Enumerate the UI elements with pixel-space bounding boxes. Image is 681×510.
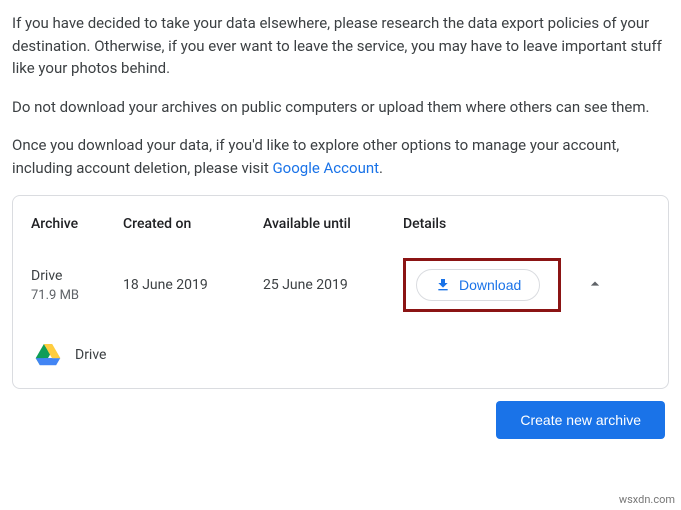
intro-p3-post: .: [379, 159, 383, 177]
download-highlight-box: Download: [403, 258, 561, 312]
download-button-label: Download: [459, 277, 521, 293]
th-details: Details: [403, 216, 503, 232]
archive-created-on: 18 June 2019: [123, 277, 263, 293]
archive-available-until: 25 June 2019: [263, 277, 403, 293]
intro-paragraph-2: Do not download your archives on public …: [12, 96, 669, 119]
table-row: Drive 71.9 MB 18 June 2019 25 June 2019 …: [31, 248, 650, 322]
collapse-button[interactable]: [579, 268, 611, 303]
download-button[interactable]: Download: [416, 269, 540, 301]
archive-contents-row: Drive: [31, 344, 650, 366]
google-account-link[interactable]: Google Account: [272, 159, 379, 177]
watermark: wsxdn.com: [619, 493, 675, 506]
table-header-row: Archive Created on Available until Detai…: [31, 208, 650, 248]
chevron-up-icon: [585, 274, 605, 294]
intro-paragraph-1: If you have decided to take your data el…: [12, 12, 669, 80]
th-archive: Archive: [31, 216, 123, 232]
intro-paragraph-3: Once you download your data, if you'd li…: [12, 134, 669, 179]
create-new-archive-button[interactable]: Create new archive: [496, 401, 665, 439]
archive-service-name: Drive: [75, 347, 106, 363]
footer-actions: Create new archive: [12, 401, 669, 439]
archive-name: Drive: [31, 268, 123, 284]
th-available: Available until: [263, 216, 403, 232]
archives-card: Archive Created on Available until Detai…: [12, 195, 669, 389]
drive-icon: [35, 344, 61, 366]
th-created: Created on: [123, 216, 263, 232]
download-icon: [435, 277, 451, 293]
archive-size: 71.9 MB: [31, 288, 123, 303]
